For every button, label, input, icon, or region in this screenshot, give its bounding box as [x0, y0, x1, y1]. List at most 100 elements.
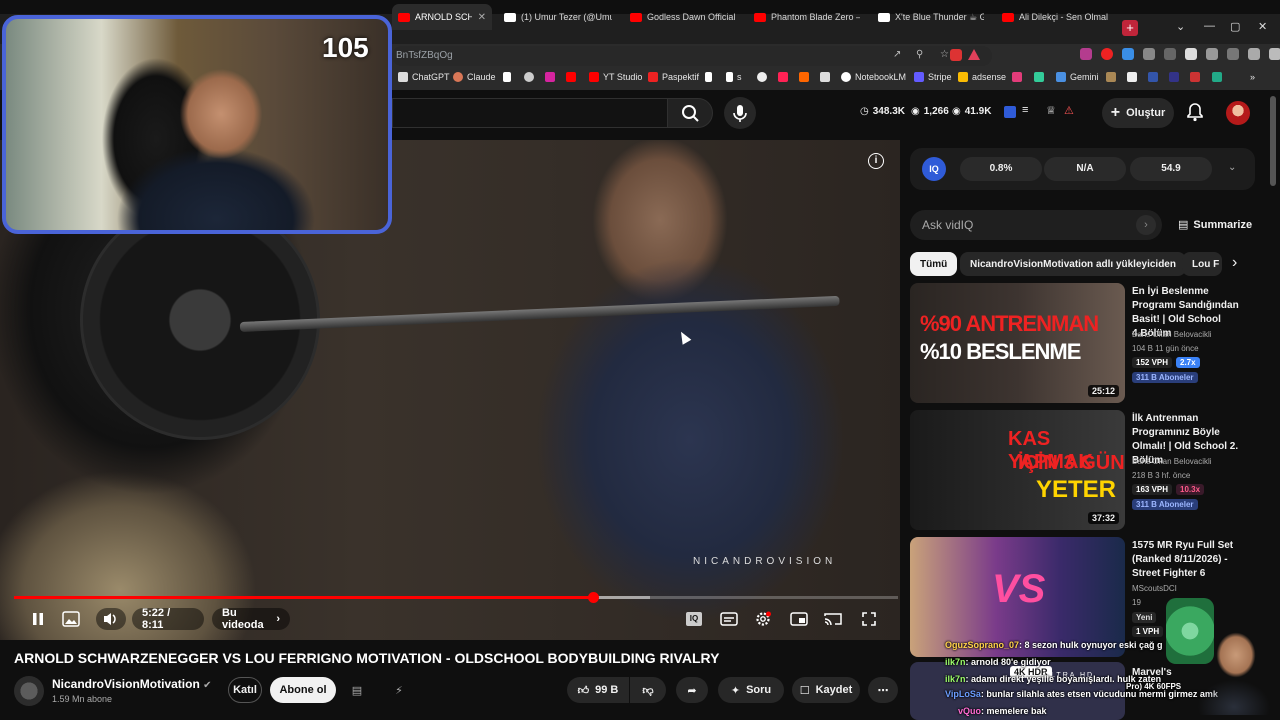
channel-name[interactable]: NicandroVisionMotivation ✔ — [52, 677, 212, 691]
rec-thumbnail[interactable]: %90 ANTRENMAN %10 BESLENME 25:12 — [910, 283, 1125, 403]
extension-1-icon[interactable] — [1080, 48, 1092, 60]
volume-button[interactable] — [96, 608, 126, 630]
page-scrollbar[interactable] — [1270, 96, 1276, 186]
info-icon[interactable]: i — [868, 153, 884, 169]
extension-shield-icon[interactable] — [950, 49, 962, 61]
extension-7-icon[interactable] — [1206, 48, 1218, 60]
bookmark-pink-2[interactable] — [1012, 72, 1026, 82]
in-video-chapters-button[interactable]: Bu videoda › — [212, 607, 290, 631]
bookmark-green[interactable] — [1034, 72, 1048, 82]
vidiq-badge[interactable]: IQ — [922, 157, 946, 181]
bookmark-notebooklm[interactable]: NotebookLM — [841, 72, 906, 82]
scrubber-handle[interactable] — [588, 592, 600, 603]
extension-triangle-icon[interactable] — [968, 49, 980, 60]
extension-5-icon[interactable] — [1164, 48, 1176, 60]
share-button[interactable]: ➦ — [676, 677, 708, 703]
vidiq-expand-chevron-icon[interactable]: ⌄ — [1228, 162, 1236, 173]
join-button[interactable]: Katıl — [228, 677, 262, 703]
bookmark-extra-4[interactable] — [1169, 72, 1183, 82]
sidebar-icon[interactable] — [1185, 48, 1197, 60]
bookmark-paspektif[interactable]: Paspektif — [648, 72, 699, 82]
browser-tab[interactable]: ARNOLD SCHWAR ✕ — [392, 4, 492, 30]
bookmark-youtube[interactable] — [566, 72, 580, 82]
puzzle-icon[interactable] — [1143, 48, 1155, 60]
rec-channel[interactable]: MScoutsDCI — [1132, 584, 1177, 593]
summarize-button[interactable]: ▤ Summarize — [1178, 218, 1252, 231]
voice-search-button[interactable] — [724, 97, 756, 129]
extension-2-icon[interactable] — [1101, 48, 1113, 60]
ask-send-icon[interactable]: › — [1136, 215, 1156, 235]
cast-button[interactable] — [822, 608, 844, 630]
ask-vidiq-input[interactable]: Ask vidIQ — [910, 210, 1162, 240]
browser-tab[interactable]: Ali Dilekçi - Sen Olmalısın — [996, 4, 1114, 30]
miniplayer-button[interactable] — [58, 608, 84, 630]
notifications-bell-icon[interactable] — [1186, 102, 1204, 127]
ask-button[interactable]: ✦ Soru — [718, 677, 784, 703]
shield-icon[interactable] — [1248, 48, 1260, 60]
bookmark-circle[interactable] — [757, 72, 771, 82]
save-button[interactable]: ☐ Kaydet — [792, 677, 860, 703]
like-button[interactable]: 👍︎ 99 B — [567, 677, 629, 703]
bookmark-pink[interactable] — [778, 72, 792, 82]
vidiq-menu-icon[interactable]: ≡ — [1022, 104, 1028, 116]
zoom-icon[interactable]: ⚲ — [916, 49, 923, 60]
bookmark-adsense[interactable]: adsense — [958, 72, 1006, 82]
new-tab-button[interactable]: + — [1122, 20, 1138, 36]
channel-avatar[interactable] — [14, 676, 44, 706]
bookmark-tiktok[interactable] — [705, 72, 716, 82]
dislike-button[interactable]: 👎︎ — [630, 677, 666, 703]
profile-icon[interactable] — [1269, 48, 1280, 60]
bookmark-extra-5[interactable] — [1190, 72, 1204, 82]
chip-lou[interactable]: Lou F — [1182, 252, 1222, 276]
extension-3-icon[interactable] — [1122, 48, 1134, 60]
browser-tab[interactable]: Godless Dawn Official Cin — [624, 4, 742, 30]
account-avatar[interactable] — [1226, 101, 1250, 125]
bookmark-threads[interactable] — [524, 72, 538, 82]
rec-channel[interactable]: Baris Okan Belovacikli — [1132, 330, 1212, 339]
chip-uploader[interactable]: NicandroVisionMotivation adlı yükleyicid… — [960, 252, 1186, 276]
bookmark-star-icon[interactable]: ☆ — [940, 49, 949, 60]
tab-list-chevron-icon[interactable]: ⌄ — [1176, 20, 1185, 33]
bookmarks-overflow-icon[interactable]: » — [1250, 72, 1255, 82]
recommendation-item[interactable]: KAS YAPMAK İÇİN 3 GÜN YETER 37:32 İlk An… — [910, 410, 1258, 532]
bookmark-orange[interactable] — [799, 72, 813, 82]
more-actions-button[interactable]: ⋯ — [868, 677, 898, 703]
fullscreen-button[interactable] — [858, 608, 880, 630]
recommendation-item[interactable]: %90 ANTRENMAN %10 BESLENME 25:12 En İyi … — [910, 283, 1258, 405]
vidiq-player-button[interactable]: IQ — [684, 608, 704, 630]
miniplayer-mode-button[interactable] — [788, 608, 810, 630]
rec-thumbnail[interactable]: VS — [910, 537, 1125, 657]
minimize-icon[interactable]: — — [1204, 20, 1215, 32]
trophy-icon[interactable]: ♕ — [1046, 104, 1056, 117]
bolt-icon[interactable]: ⚡ — [388, 677, 410, 703]
bookmark-extra-2[interactable] — [1127, 72, 1141, 82]
bookmark-gemini[interactable]: Gemini — [1056, 72, 1099, 82]
browser-tab[interactable]: X'te Blue Thunder ☕ GA — [872, 4, 990, 30]
doc-icon[interactable]: ▤ — [346, 677, 368, 703]
bookmark-yt-studio[interactable]: YT Studio — [589, 72, 642, 82]
bookmark-extra-6[interactable] — [1212, 72, 1226, 82]
bookmark-extra-1[interactable] — [1106, 72, 1120, 82]
vidiq-alert-icon[interactable]: ⚠ — [1064, 104, 1074, 117]
subtitles-button[interactable] — [718, 608, 740, 630]
subscribe-button[interactable]: Abone ol — [270, 677, 336, 703]
search-button[interactable] — [667, 98, 713, 128]
browser-tab[interactable]: (1) Umur Tezer (@Umurte — [498, 4, 618, 30]
bookmark-extra-3[interactable] — [1148, 72, 1162, 82]
bookmark-stripe[interactable]: Stripe — [914, 72, 952, 82]
open-external-icon[interactable]: ↗ — [893, 49, 901, 60]
chip-all[interactable]: Tümü — [910, 252, 958, 276]
search-input[interactable] — [392, 98, 667, 128]
create-button[interactable]: + Oluştur — [1102, 98, 1174, 128]
close-tab-icon[interactable]: ✕ — [478, 12, 486, 23]
bookmark-x[interactable] — [503, 72, 515, 82]
bookmark-capcut[interactable] — [820, 72, 834, 82]
extension-8-icon[interactable] — [1227, 48, 1239, 60]
bookmark-tiktok-s[interactable]: s — [726, 72, 742, 82]
chips-next-icon[interactable]: › — [1232, 254, 1237, 272]
rec-channel[interactable]: Baris Okan Belovacikli — [1132, 457, 1212, 466]
vidiq-logo-icon[interactable] — [1004, 106, 1016, 118]
bookmark-instagram[interactable] — [545, 72, 559, 82]
bookmark-claude[interactable]: Claude — [453, 72, 496, 82]
bookmark-chatgpt[interactable]: ChatGPT — [398, 72, 450, 82]
